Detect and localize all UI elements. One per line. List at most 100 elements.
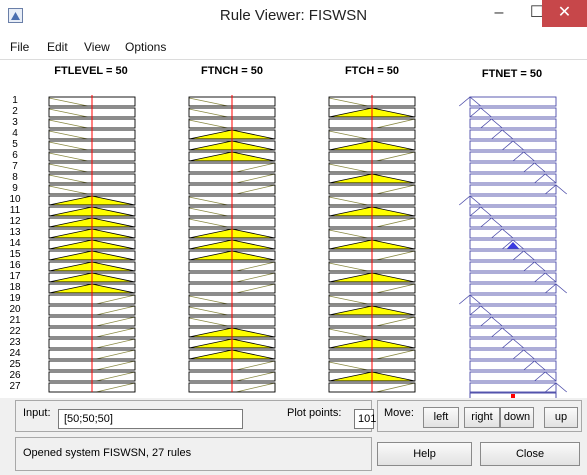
membership-line bbox=[376, 316, 416, 327]
output-membership-line bbox=[501, 338, 525, 349]
output-rule-cell bbox=[469, 327, 557, 338]
status-panel: Opened system FISWSN, 27 rules bbox=[15, 437, 372, 471]
membership-line bbox=[188, 119, 228, 129]
membership-line bbox=[376, 151, 416, 162]
output-membership-line bbox=[523, 261, 546, 272]
minimize-button[interactable]: – bbox=[480, 0, 518, 27]
membership-line bbox=[96, 382, 136, 393]
membership-line bbox=[328, 163, 368, 173]
membership-line bbox=[96, 316, 136, 327]
output-rule-cell bbox=[469, 151, 557, 162]
membership-line bbox=[328, 196, 368, 206]
membership-line bbox=[188, 306, 228, 316]
menu-file[interactable]: File bbox=[10, 40, 29, 54]
output-membership-line bbox=[534, 173, 557, 184]
membership-line bbox=[96, 360, 136, 371]
move-left-button[interactable]: left bbox=[423, 407, 459, 428]
membership-line bbox=[236, 360, 276, 371]
output-membership-line bbox=[491, 228, 514, 239]
menu-bar: File Edit View Options bbox=[0, 33, 587, 60]
output-membership-line bbox=[534, 371, 557, 382]
help-button[interactable]: Help bbox=[377, 442, 472, 466]
plot-points-label: Plot points: bbox=[287, 407, 342, 419]
menu-view[interactable]: View bbox=[84, 40, 110, 54]
output-rule-cell bbox=[469, 338, 557, 349]
output-membership-line bbox=[480, 316, 503, 327]
membership-line bbox=[376, 382, 416, 393]
membership-line bbox=[48, 163, 88, 173]
move-right-button[interactable]: right bbox=[464, 407, 500, 428]
membership-line bbox=[328, 262, 368, 272]
membership-line bbox=[48, 108, 88, 118]
output-rule-cell bbox=[469, 250, 557, 261]
output-membership-line bbox=[491, 327, 514, 338]
menu-options[interactable]: Options bbox=[125, 40, 166, 54]
membership-line bbox=[328, 328, 368, 338]
output-rule-cell bbox=[469, 140, 557, 151]
move-down-button[interactable]: down bbox=[500, 407, 534, 428]
membership-line bbox=[236, 382, 276, 393]
output-membership-line bbox=[512, 151, 535, 162]
output-membership-line bbox=[512, 349, 535, 360]
output-membership-line bbox=[534, 272, 557, 283]
membership-line bbox=[236, 173, 276, 184]
output-membership-line bbox=[523, 360, 546, 371]
move-up-button[interactable]: up bbox=[544, 407, 578, 428]
output-rule-cell bbox=[469, 228, 557, 239]
input-label: Input: bbox=[23, 407, 51, 419]
rule-plots[interactable] bbox=[0, 60, 587, 398]
output-membership-line bbox=[480, 118, 503, 129]
membership-line bbox=[96, 327, 136, 338]
membership-line bbox=[188, 207, 228, 217]
membership-line bbox=[328, 97, 368, 107]
membership-line bbox=[376, 349, 416, 360]
output-value-marker bbox=[511, 394, 515, 398]
membership-line bbox=[188, 295, 228, 305]
move-label: Move: bbox=[384, 407, 414, 419]
membership-line bbox=[188, 317, 228, 327]
output-rule-cell bbox=[469, 96, 557, 107]
membership-line bbox=[48, 119, 88, 129]
membership-line bbox=[48, 185, 88, 195]
output-membership-line bbox=[480, 217, 503, 228]
rule-plot-area: FTLEVEL = 50 FTNCH = 50 FTCH = 50 FTNET … bbox=[0, 60, 587, 398]
membership-line bbox=[236, 371, 276, 382]
membership-line bbox=[376, 217, 416, 228]
membership-line bbox=[376, 283, 416, 294]
output-rule-cell bbox=[469, 129, 557, 140]
output-membership-line bbox=[501, 140, 525, 151]
input-vector-field[interactable]: [50;50;50] bbox=[58, 409, 243, 429]
output-fired-fill bbox=[506, 242, 520, 249]
membership-line bbox=[96, 349, 136, 360]
output-rule-cell bbox=[469, 382, 557, 393]
membership-line bbox=[48, 152, 88, 162]
membership-line bbox=[188, 196, 228, 206]
membership-line bbox=[328, 130, 368, 140]
output-rule-cell bbox=[469, 294, 557, 305]
membership-line bbox=[96, 338, 136, 349]
output-rule-cell bbox=[469, 283, 557, 294]
plot-points-field[interactable]: 101 bbox=[354, 409, 376, 429]
menu-edit[interactable]: Edit bbox=[47, 40, 68, 54]
input-panel: Input: [50;50;50] Plot points: 101 bbox=[15, 400, 376, 432]
membership-line bbox=[236, 184, 276, 195]
output-membership-line bbox=[523, 162, 546, 173]
membership-line bbox=[188, 97, 228, 107]
membership-line bbox=[48, 141, 88, 151]
membership-line bbox=[376, 184, 416, 195]
move-panel: Move: left right down up bbox=[377, 400, 582, 432]
membership-line bbox=[96, 294, 136, 305]
membership-line bbox=[328, 295, 368, 305]
membership-line bbox=[328, 229, 368, 239]
membership-line bbox=[188, 218, 228, 228]
membership-line bbox=[48, 174, 88, 184]
output-membership-line bbox=[469, 107, 492, 118]
close-button[interactable]: Close bbox=[480, 442, 580, 466]
close-window-button[interactable]: ✕ bbox=[542, 0, 587, 27]
output-membership-line bbox=[469, 206, 492, 217]
membership-line bbox=[236, 283, 276, 294]
membership-line bbox=[96, 305, 136, 316]
status-text: Opened system FISWSN, 27 rules bbox=[23, 447, 192, 459]
membership-line bbox=[376, 118, 416, 129]
output-rule-cell bbox=[469, 184, 557, 195]
